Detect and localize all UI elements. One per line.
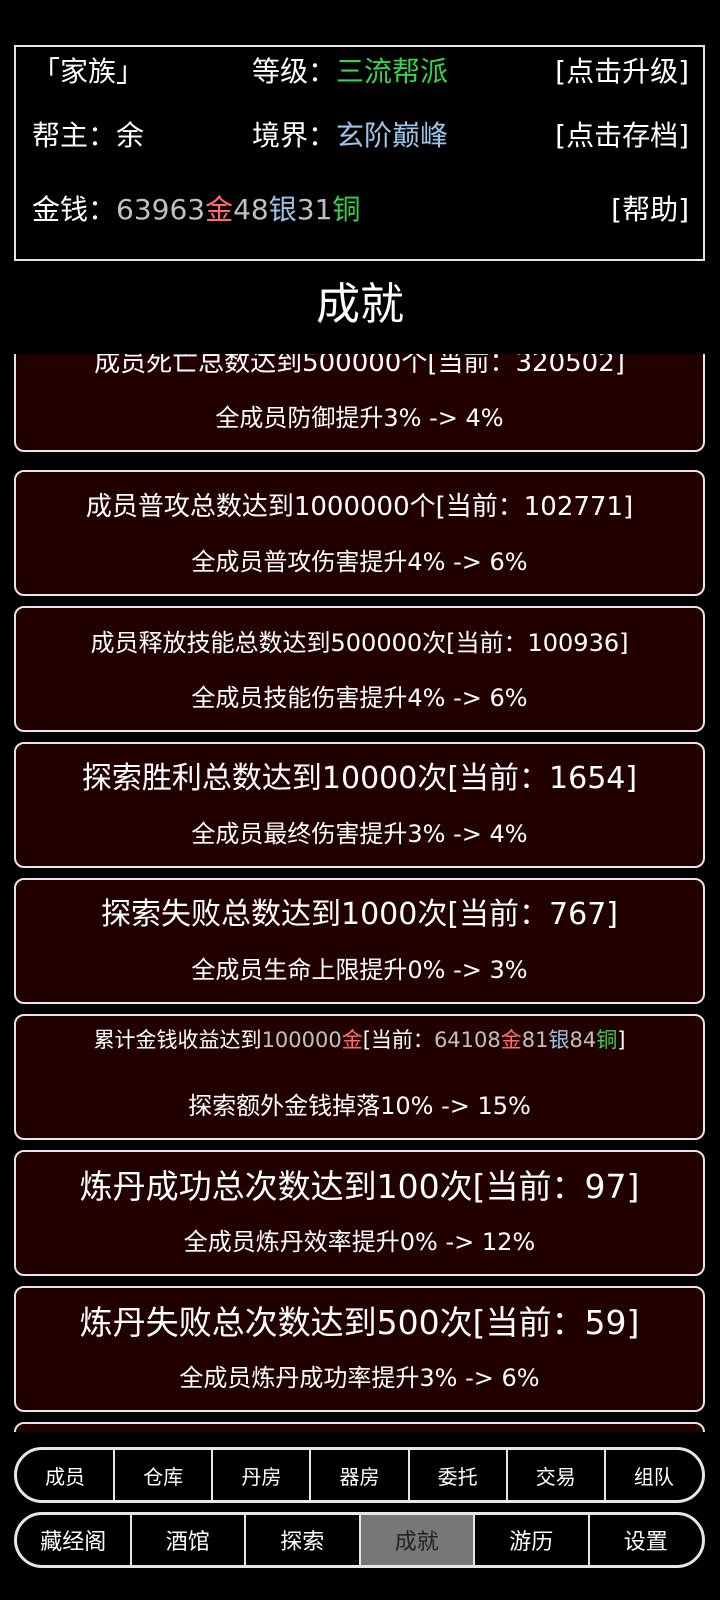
nav-travel-button[interactable]: 游历 [473, 1515, 588, 1565]
nav-library-button[interactable]: 藏经阁 [17, 1515, 130, 1565]
header-row-money: 金钱：63963金48银31铜 [帮助] [16, 185, 703, 235]
nav-commission-button[interactable]: 委托 [407, 1450, 506, 1500]
condition-prefix: 累计金钱收益达到 [93, 1028, 262, 1052]
money-silver-amount: 48 [233, 193, 269, 226]
achievement-card: 炼丹成功总次数达到100次[当前：97] 全成员炼丹效率提升0% -> 12% [14, 1150, 705, 1276]
achievement-reward: 全成员炼丹成功率提升3% -> 6% [179, 1364, 540, 1392]
current-gold: 64108 [433, 1028, 501, 1052]
leader-value: 余 [116, 119, 145, 152]
achievement-card: 成员死亡总数达到500000个[当前：320502] 全成员防御提升3% -> … [14, 354, 705, 452]
realm-field: 境界：玄阶巅峰 [252, 111, 448, 161]
nav-trade-button[interactable]: 交易 [505, 1450, 604, 1500]
header-row-level: 「家族」 等级：三流帮派 [点击升级] [16, 47, 703, 97]
page-title: 成就 [316, 279, 404, 330]
target-amount: 100000 [261, 1028, 342, 1052]
achievement-reward: 全成员防御提升3% -> 4% [215, 404, 504, 432]
achievement-reward: 全成员技能伤害提升4% -> 6% [191, 684, 528, 712]
achievement-condition: 成员死亡总数达到500000个[当前：320502] [94, 354, 625, 378]
money-field: 金钱：63963金48银31铜 [32, 185, 360, 235]
money-gold-unit: 金 [205, 193, 234, 226]
nav-forge-room-button[interactable]: 器房 [309, 1450, 407, 1500]
achievement-card-partial [14, 1422, 705, 1432]
upgrade-button[interactable]: [点击升级] [555, 47, 689, 97]
current-silver-unit: 银 [548, 1028, 570, 1052]
money-silver-unit: 银 [268, 193, 297, 226]
achievement-card: 探索失败总数达到1000次[当前：767] 全成员生命上限提升0% -> 3% [14, 878, 705, 1004]
achievement-card: 探索胜利总数达到10000次[当前：1654] 全成员最终伤害提升3% -> 4… [14, 742, 705, 868]
current-label: [当前： [362, 1028, 434, 1052]
money-copper-amount: 31 [296, 193, 333, 226]
achievement-reward: 探索额外金钱掉落10% -> 15% [188, 1092, 531, 1120]
leader-label: 帮主： [32, 119, 117, 152]
nav-explore-button[interactable]: 探索 [244, 1515, 359, 1565]
level-field: 等级：三流帮派 [252, 47, 448, 97]
leader-field: 帮主：余 [32, 111, 144, 161]
nav-alchemy-room-button[interactable]: 丹房 [211, 1450, 309, 1500]
achievement-condition: 成员释放技能总数达到500000次[当前：100936] [90, 629, 629, 657]
achievement-card: 成员释放技能总数达到500000次[当前：100936] 全成员技能伤害提升4%… [14, 606, 705, 732]
nav-bar-bottom: 藏经阁 酒馆 探索 成就 游历 设置 [14, 1512, 705, 1568]
achievement-card: 炼丹失败总次数达到500次[当前：59] 全成员炼丹成功率提升3% -> 6% [14, 1286, 705, 1412]
current-copper-unit: 铜 [596, 1028, 618, 1052]
nav-achievements-button[interactable]: 成就 [358, 1515, 473, 1565]
nav-members-button[interactable]: 成员 [17, 1450, 113, 1500]
level-value: 三流帮派 [336, 55, 449, 88]
achievement-list[interactable]: 成员死亡总数达到500000个[当前：320502] 全成员防御提升3% -> … [0, 354, 720, 1432]
achievement-reward: 全成员普攻伤害提升4% -> 6% [191, 548, 528, 576]
help-button[interactable]: [帮助] [611, 185, 689, 235]
nav-warehouse-button[interactable]: 仓库 [113, 1450, 211, 1500]
achievement-reward: 全成员炼丹效率提升0% -> 12% [183, 1228, 536, 1256]
achievement-condition: 炼丹成功总次数达到100次[当前：97] [79, 1167, 640, 1206]
achievement-condition: 成员普攻总数达到1000000个[当前：102771] [85, 492, 634, 522]
money-label: 金钱： [32, 193, 117, 226]
money-copper-unit: 铜 [332, 193, 361, 226]
realm-label: 境界： [252, 119, 337, 152]
current-copper: 84 [569, 1028, 597, 1052]
nav-bar-top: 成员 仓库 丹房 器房 委托 交易 组队 [14, 1447, 705, 1503]
nav-settings-button[interactable]: 设置 [587, 1515, 703, 1565]
realm-value: 玄阶巅峰 [336, 119, 449, 152]
nav-tavern-button[interactable]: 酒馆 [129, 1515, 245, 1565]
header-row-leader: 帮主：余 境界：玄阶巅峰 [点击存档] [16, 111, 703, 161]
family-info-panel: 「家族」 等级：三流帮派 [点击升级] 帮主：余 境界：玄阶巅峰 [点击存档] … [14, 45, 705, 261]
achievement-condition: 探索失败总数达到1000次[当前：767] [100, 897, 619, 932]
achievement-condition: 探索胜利总数达到10000次[当前：1654] [81, 761, 638, 796]
money-gold-amount: 63963 [116, 193, 206, 226]
condition-suffix: ] [617, 1028, 626, 1052]
level-label: 等级： [252, 55, 337, 88]
achievement-card: 成员普攻总数达到1000000个[当前：102771] 全成员普攻伤害提升4% … [14, 470, 705, 596]
current-silver: 81 [521, 1028, 549, 1052]
current-gold-unit: 金 [500, 1028, 522, 1052]
target-unit: 金 [341, 1028, 363, 1052]
family-tag: 「家族」 [32, 55, 145, 88]
achievement-reward: 全成员最终伤害提升3% -> 4% [191, 820, 528, 848]
achievement-reward: 全成员生命上限提升0% -> 3% [191, 956, 528, 984]
achievement-condition: 累计金钱收益达到100000金[当前：64108金81银84铜] [76, 1026, 643, 1054]
achievement-card: 累计金钱收益达到100000金[当前：64108金81银84铜] 探索额外金钱掉… [14, 1014, 705, 1140]
save-button[interactable]: [点击存档] [555, 111, 689, 161]
achievement-condition: 炼丹失败总次数达到500次[当前：59] [79, 1303, 640, 1342]
nav-team-button[interactable]: 组队 [603, 1450, 702, 1500]
